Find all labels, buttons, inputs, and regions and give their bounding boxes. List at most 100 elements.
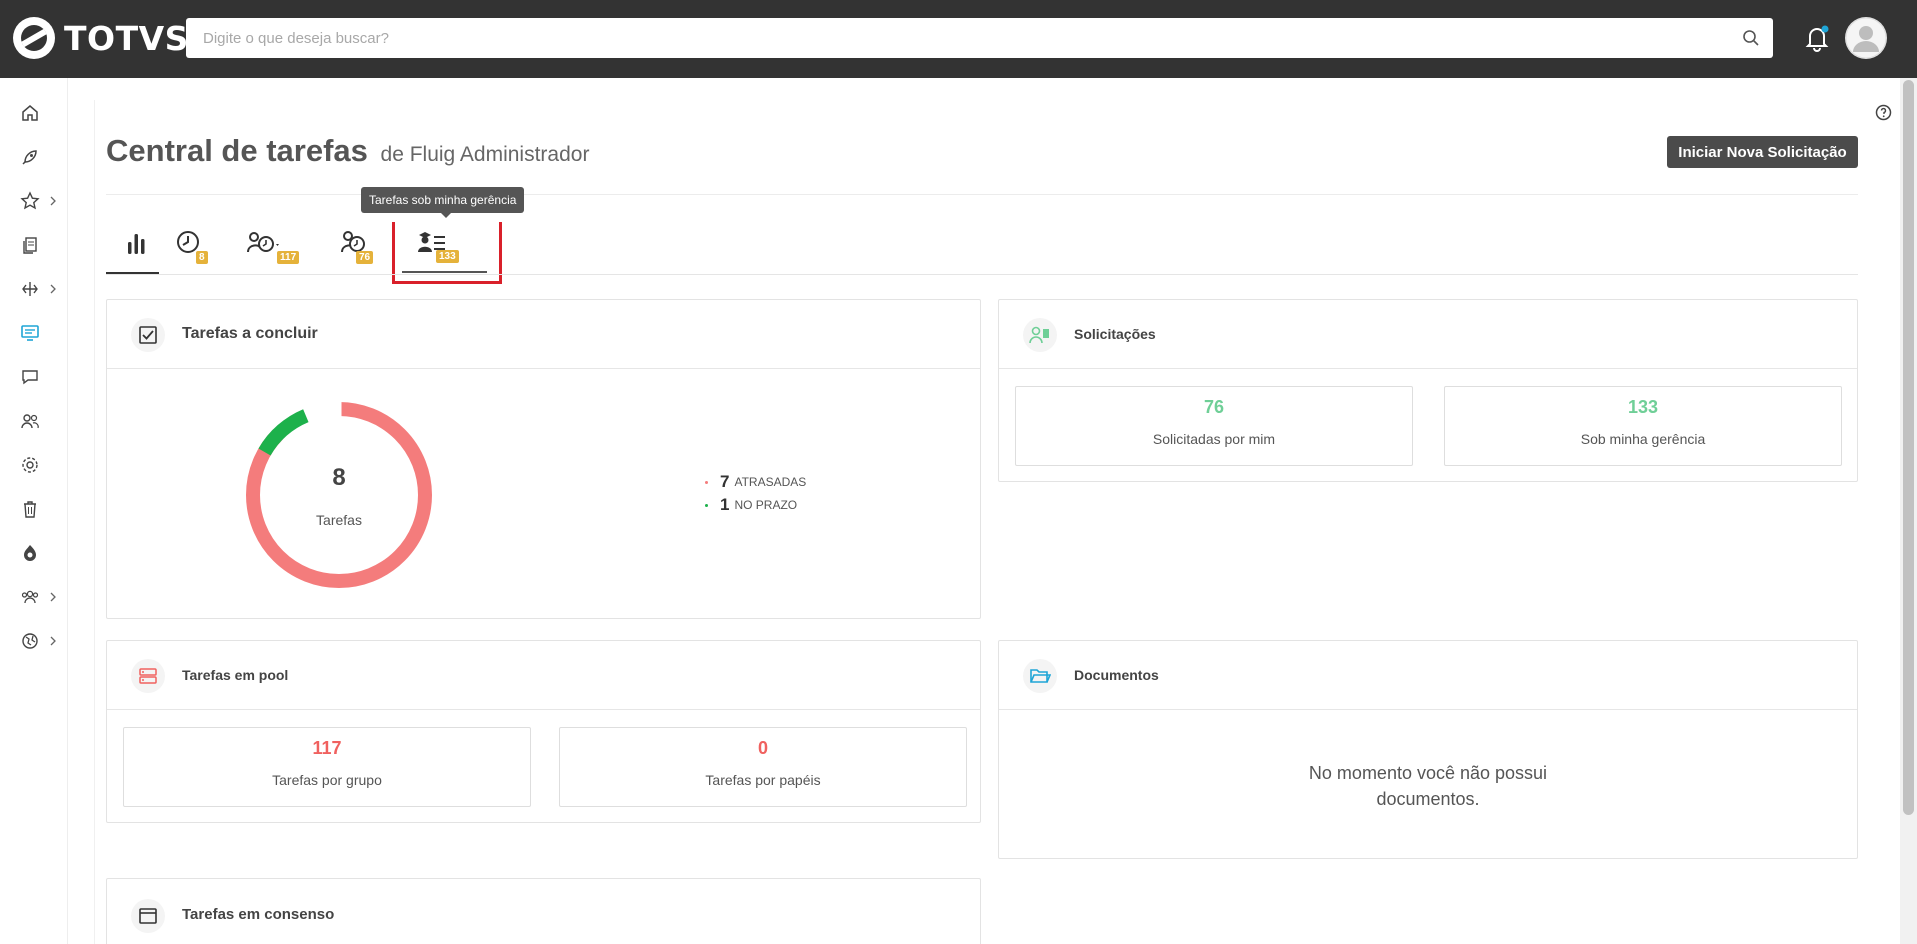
donut-total-label: Tarefas	[316, 512, 362, 528]
card-tasks-to-complete: Tarefas a concluir 8 Tarefas 7 ATRASADAS…	[106, 299, 981, 619]
stat-requested-by-me[interactable]: 76 Solicitadas por mim	[1015, 386, 1413, 466]
card-consensus-tasks: Tarefas em consenso	[106, 878, 981, 944]
card-title: Documentos	[1074, 667, 1159, 683]
chevron-right-icon	[50, 636, 56, 646]
groups-icon	[21, 590, 39, 604]
window-icon	[139, 908, 157, 924]
donut-total: 8	[332, 464, 346, 491]
rocket-icon	[22, 150, 37, 165]
page-scrollbar[interactable]	[1900, 78, 1917, 944]
new-request-button[interactable]: Iniciar Nova Solicitação	[1667, 136, 1858, 168]
sidebar-item-task-central[interactable]	[20, 320, 60, 346]
legend-ontime-dot	[705, 503, 708, 507]
legend-ontime-label: NO PRAZO	[734, 498, 798, 512]
documents-empty-line2: documentos.	[1376, 789, 1480, 809]
stat-label: Sob minha gerência	[1580, 431, 1706, 447]
page-title-text: Central de tarefas	[106, 133, 368, 168]
chat-icon	[22, 370, 38, 385]
checkbox-icon	[139, 326, 157, 344]
card-icon-wrap	[131, 318, 165, 352]
card-icon-wrap	[1023, 318, 1057, 352]
sidebar-item-globe[interactable]	[20, 628, 60, 654]
tab-pool-tasks-badge: 117	[277, 251, 300, 264]
stat-value: 133	[1627, 397, 1659, 417]
documents-empty-line1: No momento você não possui	[1308, 763, 1548, 783]
stat-label: Solicitadas por mim	[1152, 431, 1276, 447]
sidebar-item-rocket[interactable]	[20, 144, 60, 170]
tab-my-tasks[interactable]: 8	[175, 228, 215, 274]
tab-tooltip: Tarefas sob minha gerência	[361, 187, 525, 218]
card-icon-wrap	[131, 659, 165, 693]
stat-label: Tarefas por papéis	[705, 772, 821, 788]
tab-dashboard[interactable]	[123, 228, 149, 274]
legend-ontime: 1 NO PRAZO	[705, 495, 797, 515]
sidebar-item-groups[interactable]	[20, 584, 60, 610]
tab-my-requests[interactable]: 76	[339, 228, 385, 274]
sidebar-item-fluig[interactable]	[20, 540, 60, 566]
totvs-logo[interactable]: TOTVS	[12, 15, 189, 61]
sidebar-item-settings[interactable]	[20, 452, 60, 478]
server-icon	[139, 668, 157, 684]
chevron-right-icon	[50, 284, 56, 294]
sidebar	[0, 78, 68, 944]
user-icon	[1845, 17, 1887, 59]
sidebar-item-chat[interactable]	[20, 364, 60, 390]
brand-name: TOTVS	[64, 18, 189, 58]
tab-pool-tasks[interactable]: 117	[245, 228, 305, 274]
card-icon-wrap	[1023, 659, 1057, 693]
star-icon	[20, 191, 40, 210]
stat-tasks-by-role[interactable]: 0 Tarefas por papéis	[559, 727, 967, 807]
card-header: Tarefas em pool	[107, 641, 980, 710]
home-icon	[22, 105, 38, 121]
card-requests: Solicitações 76 Solicitadas por mim 133 …	[998, 299, 1858, 482]
card-title: Tarefas a concluir	[182, 325, 318, 342]
scrollbar-thumb[interactable]	[1903, 80, 1914, 815]
help-icon[interactable]	[1875, 104, 1892, 121]
stat-value: 0	[757, 738, 768, 758]
workflow-icon	[22, 282, 38, 296]
card-pool-tasks: Tarefas em pool 117 Tarefas por grupo 0 …	[106, 640, 981, 823]
folder-icon	[1030, 669, 1051, 683]
sidebar-item-trash[interactable]	[20, 496, 60, 522]
stat-tasks-by-group[interactable]: 117 Tarefas por grupo	[123, 727, 531, 807]
card-header: Tarefas a concluir	[107, 300, 980, 369]
notification-bell-icon[interactable]	[1804, 24, 1830, 52]
chevron-right-icon	[50, 592, 56, 602]
sidebar-item-workflow[interactable]	[20, 276, 60, 302]
page-subtitle: de Fluig Administrador	[380, 143, 590, 166]
tab-my-requests-badge: 76	[356, 251, 374, 264]
sidebar-item-favorites[interactable]	[20, 188, 60, 214]
sidebar-item-home[interactable]	[20, 100, 60, 126]
user-list-icon	[1029, 326, 1049, 344]
card-header: Documentos	[999, 641, 1857, 710]
donut-chart	[246, 395, 432, 588]
card-title: Solicitações	[1074, 326, 1156, 342]
stat-label: Tarefas por grupo	[272, 772, 382, 788]
legend-late-dot	[705, 480, 708, 484]
tab-my-tasks-badge: 8	[196, 251, 208, 264]
globe-icon	[22, 633, 38, 649]
bar-chart-icon	[128, 234, 145, 254]
card-header: Solicitações	[999, 300, 1857, 369]
legend-late-label: ATRASADAS	[734, 475, 807, 489]
user-avatar[interactable]	[1845, 17, 1887, 59]
search-input[interactable]	[186, 18, 1773, 58]
card-title: Tarefas em consenso	[182, 906, 335, 923]
people-icon	[21, 414, 39, 429]
page-title: Central de tarefas de Fluig Administrado…	[106, 133, 589, 169]
search-bar	[186, 18, 1773, 58]
tabs-divider	[106, 274, 1858, 275]
search-icon[interactable]	[1742, 29, 1760, 47]
top-bar: TOTVS	[0, 0, 1917, 78]
sidebar-item-documents[interactable]	[20, 232, 60, 258]
fluig-icon	[24, 545, 36, 561]
legend-late: 7 ATRASADAS	[705, 472, 806, 492]
documents-icon	[23, 237, 37, 254]
task-central-icon	[21, 325, 39, 341]
trash-icon	[24, 501, 36, 518]
card-icon-wrap	[131, 899, 165, 933]
stat-under-management[interactable]: 133 Sob minha gerência	[1444, 386, 1842, 466]
sidebar-item-people[interactable]	[20, 408, 60, 434]
card-title: Tarefas em pool	[182, 667, 289, 683]
stat-value: 117	[312, 738, 342, 758]
